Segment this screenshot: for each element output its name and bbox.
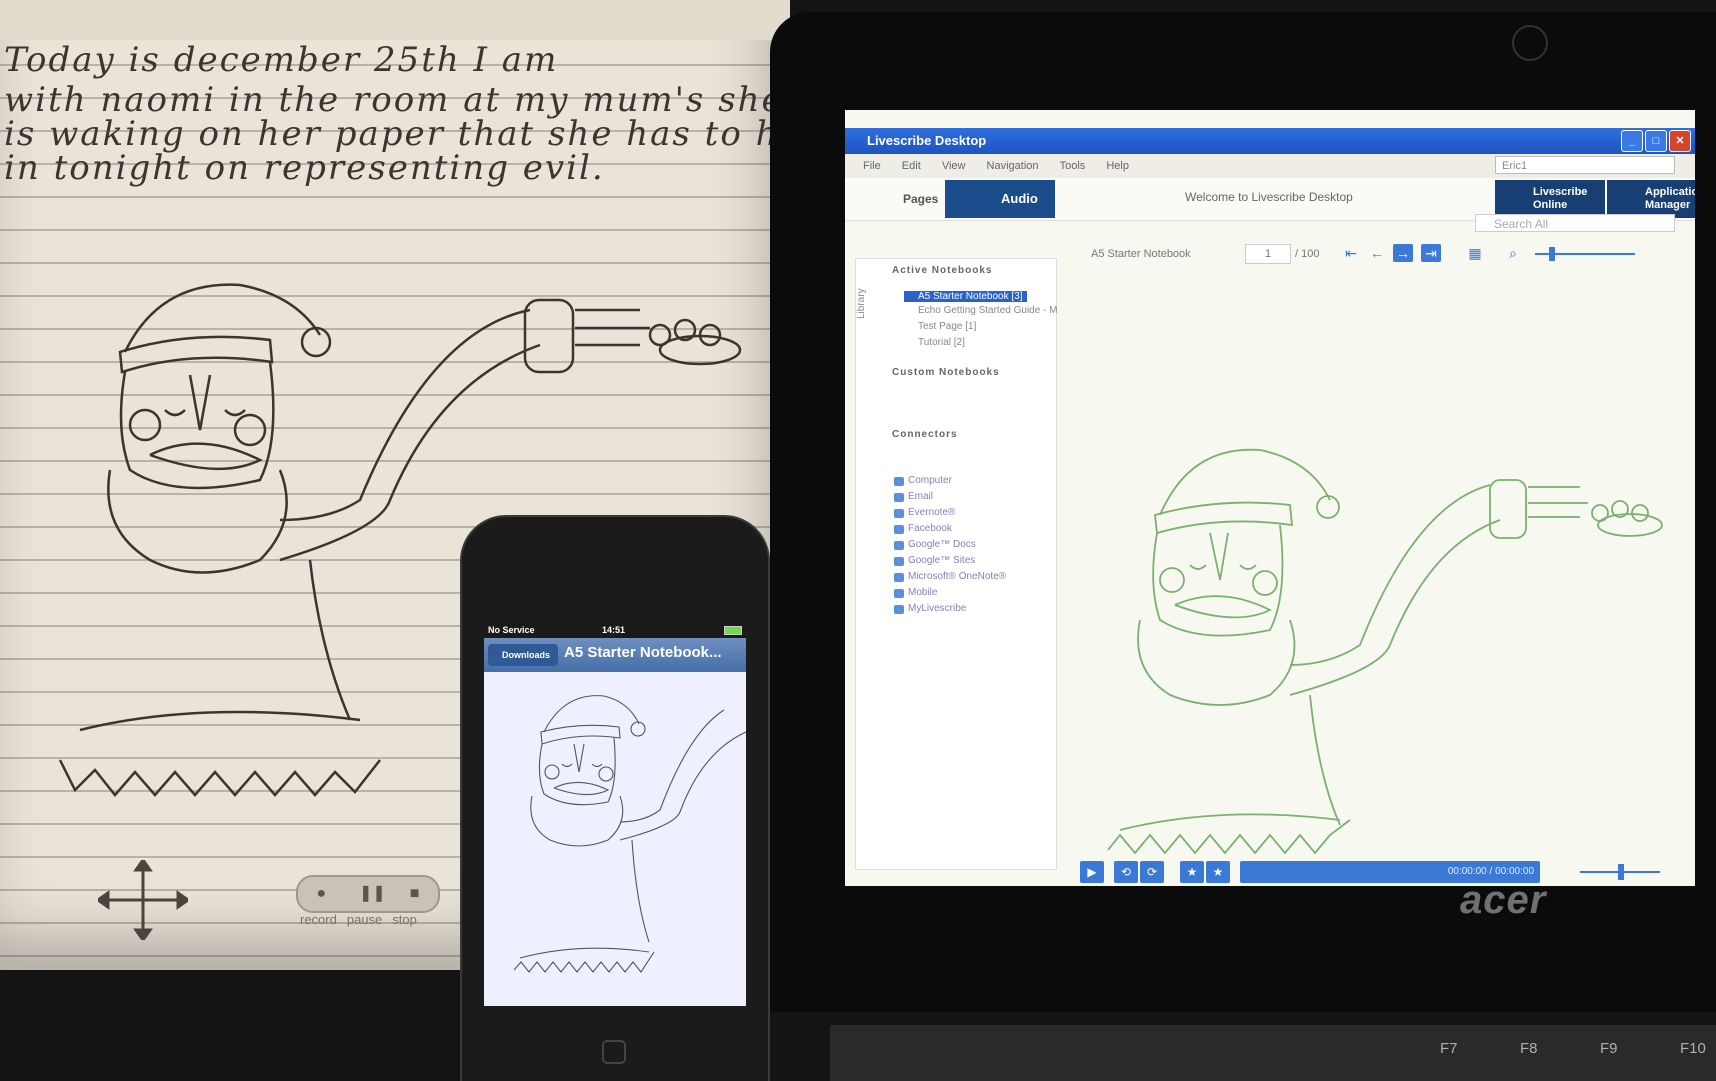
menu-view[interactable]: View [942,154,966,178]
battery-icon [724,626,742,635]
stop-icon[interactable]: ■ [406,885,424,903]
pause-icon[interactable]: ❚❚ [359,885,386,903]
connector-evernote[interactable]: Evernote® [894,507,955,518]
pause-label: pause [346,912,383,927]
menu-navigation[interactable]: Navigation [987,154,1039,178]
audio-playbar: ▶ ⟲ ⟳ ★ ★ 00:00:00 / 00:00:00 [1060,855,1690,886]
minimize-button[interactable]: _ [1621,130,1643,152]
notebook-item[interactable]: Echo Getting Started Guide - M [904,305,1058,316]
menu-help[interactable]: Help [1106,154,1129,178]
connector-facebook[interactable]: Facebook [894,523,952,534]
app-manager-label: Application Manager [1645,186,1695,211]
rewind-icon[interactable]: ⟲ [1114,861,1138,883]
menu-tools[interactable]: Tools [1060,154,1086,178]
page-number-input[interactable]: 1 [1245,244,1291,264]
iphone-screen: No Service 14:51 Downloads A5 Starter No… [484,622,746,1006]
connector-mylivescribe[interactable]: MyLivescribe [894,603,966,614]
playback-time: 00:00:00 / 00:00:00 [1447,866,1534,877]
pen-control-labels: record pause stop [300,912,460,927]
key-label: F7 [1440,1040,1458,1057]
close-button[interactable]: ✕ [1669,130,1691,152]
bookmark-next-icon[interactable]: ★ [1206,861,1230,883]
page-canvas[interactable] [1060,275,1690,855]
downloads-back-button[interactable]: Downloads [488,644,559,666]
forward-icon[interactable]: ⟳ [1140,861,1164,883]
custom-notebooks-heading: Custom Notebooks [892,367,1000,378]
phone-santa-drawing [513,695,746,973]
audio-tab[interactable]: Audio [945,180,1055,218]
laptop-screen: Livescribe Desktop _ □ ✕ File Edit View … [845,110,1695,886]
page-total: / 100 [1295,248,1320,260]
ios-navigation-bar: Downloads A5 Starter Notebook... [484,638,746,672]
library-tab[interactable]: Library [856,259,882,349]
notebook-title: A5 Starter Notebook... [564,644,722,661]
notebook-item[interactable]: A5 Starter Notebook [3] [904,291,1027,302]
key-label: F8 [1520,1040,1538,1057]
connector-onenote[interactable]: Microsoft® OneNote® [894,571,1006,582]
current-notebook-label: A5 Starter Notebook [1091,248,1191,260]
status-clock: 14:51 [602,625,626,635]
menu-edit[interactable]: Edit [902,154,921,178]
window-title: Livescribe Desktop [867,133,987,148]
connectors-heading: Connectors [892,429,958,440]
audio-label: Audio [1001,191,1038,206]
connector-computer[interactable]: Computer [894,475,952,486]
view-mode-icon[interactable]: ▦ [1465,244,1485,262]
carrier-text: No Service [488,625,535,635]
maximize-button[interactable]: □ [1645,130,1667,152]
home-button-icon[interactable] [602,1040,626,1064]
play-icon[interactable]: ▶ [1080,861,1104,883]
key-label: F9 [1600,1040,1618,1057]
next-page-icon[interactable]: → [1393,244,1413,262]
active-notebooks-heading: Active Notebooks [892,265,993,276]
webcam-icon [1512,25,1548,61]
key-label: F10 [1680,1040,1706,1057]
menu-file[interactable]: File [863,154,881,178]
online-label: Livescribe Online [1533,186,1588,211]
user-select[interactable]: Eric1 [1495,156,1675,174]
zoom-icon[interactable]: ⌕ [1503,244,1523,262]
library-sidebar: Library Active Notebooks A5 Starter Note… [855,258,1058,870]
stop-label: stop [392,912,417,927]
audio-progress-track[interactable]: 00:00:00 / 00:00:00 [1240,861,1540,883]
photo-scene: Today is december 25th I am with naomi i… [0,0,1716,1081]
welcome-text: Welcome to Livescribe Desktop [1185,190,1353,204]
connector-google-sites[interactable]: Google™ Sites [894,555,975,566]
pages-label: Pages [903,192,939,206]
pen-controls: ● ❚❚ ■ [296,875,440,913]
notebook-item[interactable]: Test Page [1] [904,321,976,332]
livescribe-online-button[interactable]: Livescribe Online [1495,180,1605,218]
bookmark-prev-icon[interactable]: ★ [1180,861,1204,883]
ios-status-bar: No Service 14:51 [484,622,746,638]
connector-mobile[interactable]: Mobile [894,587,937,598]
record-label: record [300,912,337,927]
record-icon[interactable]: ● [312,885,330,903]
speed-slider[interactable] [1580,863,1660,881]
pages-tab[interactable]: Pages [855,186,938,212]
prev-page-icon[interactable]: ← [1367,244,1387,262]
page-navigation-bar: A5 Starter Notebook 1 / 100 ⇤ ← → ⇥ ▦ ⌕ [1055,240,1695,270]
connector-google-docs[interactable]: Google™ Docs [894,539,976,550]
first-page-icon[interactable]: ⇤ [1341,244,1361,262]
pen-nav-cross-icon [98,860,188,940]
application-manager-button[interactable]: Application Manager [1607,180,1695,218]
notebook-item[interactable]: Tutorial [2] [904,337,965,348]
window-titlebar: Livescribe Desktop _ □ ✕ [845,128,1695,154]
last-page-icon[interactable]: ⇥ [1421,244,1441,262]
search-input[interactable]: Search All [1475,214,1675,232]
zoom-slider[interactable] [1535,246,1635,262]
connector-email[interactable]: Email [894,491,933,502]
keyboard [830,1025,1716,1081]
